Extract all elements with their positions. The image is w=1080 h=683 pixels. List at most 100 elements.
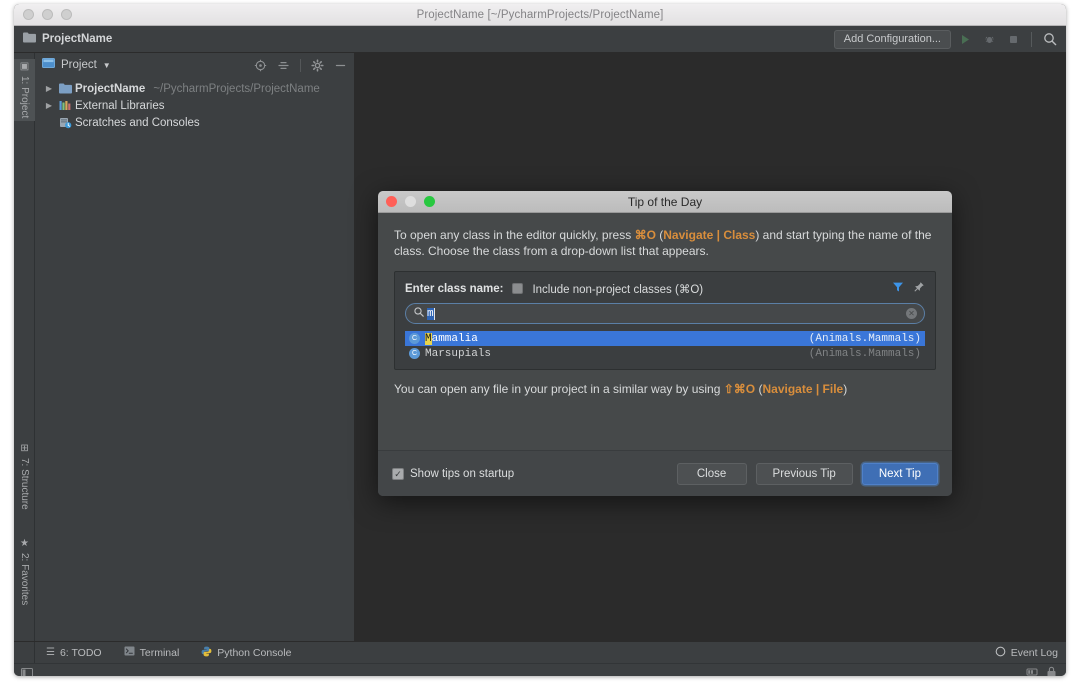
bottom-tab-terminal-label: Terminal bbox=[140, 647, 180, 659]
sidebar-item-favorites[interactable]: ★ 2: Favorites bbox=[14, 536, 35, 608]
project-tree: ▶ ProjectName ~/PycharmProjects/ProjectN… bbox=[35, 77, 354, 131]
main-toolbar: ProjectName Add Configuration... bbox=[14, 26, 1066, 53]
collapse-all-icon[interactable] bbox=[275, 57, 292, 74]
tip-text-primary: To open any class in the editor quickly,… bbox=[394, 227, 936, 259]
project-icon: ▣ bbox=[20, 62, 29, 72]
tip2-shortcut: ⇧⌘O bbox=[724, 382, 755, 396]
project-window-icon bbox=[42, 56, 55, 74]
tip2-nav-close: ) bbox=[843, 382, 847, 396]
list-item[interactable]: C Marsupials (Animals.Mammals) bbox=[405, 346, 925, 361]
event-log-label: Event Log bbox=[1011, 647, 1058, 659]
toolbar-project-crumb[interactable]: ProjectName bbox=[23, 30, 112, 48]
chevron-down-icon[interactable]: ▼ bbox=[103, 61, 111, 70]
tree-path-project: ~/PycharmProjects/ProjectName bbox=[153, 83, 320, 95]
bottom-tab-python-console-label: Python Console bbox=[217, 647, 291, 659]
sidebar-item-favorites-label: 2: Favorites bbox=[19, 553, 30, 605]
clear-icon[interactable]: ✕ bbox=[906, 308, 917, 319]
search-icon bbox=[414, 307, 424, 320]
locate-icon[interactable] bbox=[252, 57, 269, 74]
class-icon: C bbox=[409, 348, 420, 359]
bottom-tab-todo-label: 6: TODO bbox=[60, 647, 102, 659]
add-configuration-button[interactable]: Add Configuration... bbox=[834, 30, 951, 49]
result-package: (Animals.Mammals) bbox=[809, 333, 921, 345]
show-tips-label: Show tips on startup bbox=[410, 468, 514, 480]
memory-indicator-icon[interactable] bbox=[1026, 665, 1038, 676]
star-icon: ★ bbox=[20, 539, 29, 549]
tip-text-secondary: You can open any file in your project in… bbox=[394, 382, 936, 396]
project-panel-title: Project bbox=[61, 59, 97, 71]
expand-arrow-icon[interactable]: ▶ bbox=[43, 84, 55, 93]
sidebar-item-project-label: 1: Project bbox=[19, 76, 30, 118]
stop-icon[interactable] bbox=[1003, 29, 1023, 49]
scratches-icon bbox=[58, 117, 72, 129]
pin-icon[interactable] bbox=[913, 281, 925, 296]
structure-icon: ⊞ bbox=[20, 444, 28, 454]
todo-icon: ☰ bbox=[46, 647, 55, 658]
filter-funnel-icon[interactable] bbox=[892, 281, 904, 296]
class-search-results: C Mammalia (Animals.Mammals) C Marsupial… bbox=[405, 331, 925, 361]
tip-shortcut: ⌘O bbox=[635, 228, 656, 242]
hide-icon[interactable] bbox=[332, 57, 349, 74]
bottom-stripe-corner bbox=[14, 642, 35, 663]
left-tool-stripe: ▣ 1: Project ⊞ 7: Structure ★ 2: Favorit… bbox=[14, 53, 35, 641]
event-log-button[interactable]: Event Log bbox=[995, 646, 1058, 660]
sidebar-item-project[interactable]: ▣ 1: Project bbox=[14, 59, 35, 121]
library-icon bbox=[58, 100, 72, 111]
dialog-title-bar: Tip of the Day bbox=[378, 191, 952, 213]
class-icon: C bbox=[409, 333, 420, 344]
tree-label-external-libraries: External Libraries bbox=[75, 100, 164, 112]
settings-gear-icon[interactable] bbox=[309, 57, 326, 74]
tree-row-project[interactable]: ▶ ProjectName ~/PycharmProjects/ProjectN… bbox=[35, 80, 354, 97]
dialog-footer: ✓ Show tips on startup Close Previous Ti… bbox=[378, 450, 952, 496]
python-console-icon bbox=[201, 646, 212, 660]
tree-label-project: ProjectName bbox=[75, 83, 145, 95]
dialog-body: To open any class in the editor quickly,… bbox=[378, 213, 952, 450]
bottom-tab-todo[interactable]: ☰ 6: TODO bbox=[35, 642, 113, 663]
tip-text-part1: To open any class in the editor quickly,… bbox=[394, 228, 635, 242]
status-bar bbox=[14, 663, 1066, 676]
debug-icon[interactable] bbox=[979, 29, 999, 49]
next-tip-button[interactable]: Next Tip bbox=[862, 463, 938, 485]
checkbox-check-icon: ✓ bbox=[392, 468, 404, 480]
lock-icon[interactable] bbox=[1046, 665, 1057, 676]
screen-root: ProjectName [~/PycharmProjects/ProjectNa… bbox=[0, 0, 1080, 683]
result-name: Mammalia bbox=[425, 333, 478, 345]
sidebar-item-structure-label: 7: Structure bbox=[19, 458, 30, 510]
toolbar-divider bbox=[1031, 32, 1032, 47]
include-non-project-checkbox[interactable] bbox=[512, 283, 523, 294]
tip-nav-path: Navigate | Class bbox=[663, 228, 755, 242]
toggle-toolwindows-icon[interactable] bbox=[21, 668, 33, 676]
show-tips-on-startup-checkbox[interactable]: ✓ Show tips on startup bbox=[392, 468, 514, 480]
previous-tip-button[interactable]: Previous Tip bbox=[756, 463, 853, 485]
class-search-value: m bbox=[427, 308, 434, 320]
list-item[interactable]: C Mammalia (Animals.Mammals) bbox=[405, 331, 925, 346]
run-icon[interactable] bbox=[955, 29, 975, 49]
expand-arrow-icon[interactable]: ▶ bbox=[43, 101, 55, 110]
tree-row-external-libraries[interactable]: ▶ External Libraries bbox=[35, 97, 354, 114]
toolbar-project-name: ProjectName bbox=[42, 33, 112, 45]
result-rest: ammalia bbox=[432, 333, 478, 345]
panel-header-divider bbox=[300, 59, 301, 72]
result-name: Marsupials bbox=[425, 348, 491, 360]
toolbar-right-group: Add Configuration... bbox=[834, 29, 1060, 49]
terminal-icon bbox=[124, 646, 135, 659]
window-title: ProjectName [~/PycharmProjects/ProjectNa… bbox=[14, 9, 1066, 21]
search-everywhere-icon[interactable] bbox=[1040, 29, 1060, 49]
tip-of-the-day-dialog: Tip of the Day To open any class in the … bbox=[378, 191, 952, 496]
result-match: M bbox=[425, 333, 432, 345]
folder-icon bbox=[58, 83, 72, 94]
tip2-nav-path: Navigate | File bbox=[762, 382, 843, 396]
window-title-bar: ProjectName [~/PycharmProjects/ProjectNa… bbox=[14, 4, 1066, 26]
result-package: (Animals.Mammals) bbox=[809, 348, 921, 360]
dialog-title: Tip of the Day bbox=[378, 195, 952, 209]
result-rest: Marsupials bbox=[425, 348, 491, 360]
bottom-tab-terminal[interactable]: Terminal bbox=[113, 642, 191, 663]
tree-row-scratches[interactable]: Scratches and Consoles bbox=[35, 114, 354, 131]
close-button[interactable]: Close bbox=[677, 463, 747, 485]
status-bar-right bbox=[1026, 665, 1057, 676]
class-search-input[interactable]: m ✕ bbox=[405, 303, 925, 324]
sidebar-item-structure[interactable]: ⊞ 7: Structure bbox=[14, 441, 35, 513]
folder-icon bbox=[23, 30, 36, 48]
bottom-tool-stripe: ☰ 6: TODO Terminal Python Console Event bbox=[14, 641, 1066, 663]
bottom-tab-python-console[interactable]: Python Console bbox=[190, 642, 302, 663]
